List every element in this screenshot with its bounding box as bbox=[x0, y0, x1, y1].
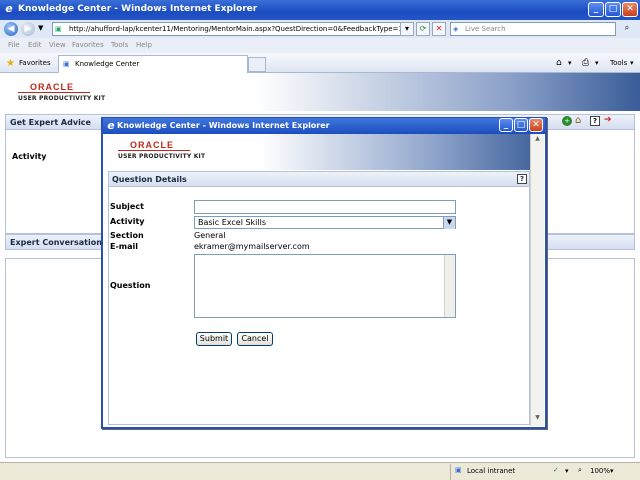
protected-mode-icon[interactable]: ✓ bbox=[553, 466, 559, 474]
popup-ie-icon: e bbox=[107, 119, 115, 132]
question-details-header: Question Details ? bbox=[108, 171, 530, 187]
popup-maximize-button[interactable]: □ bbox=[514, 118, 528, 132]
tab-page-icon: ▣ bbox=[63, 60, 70, 68]
email-label: E-mail bbox=[110, 242, 139, 251]
browser-title-bar[interactable]: e Knowledge Center - Windows Internet Ex… bbox=[0, 0, 640, 20]
popup-scrollbar[interactable]: ▲ ▼ bbox=[530, 134, 544, 426]
section-value: General bbox=[194, 231, 226, 240]
tab-label: Knowledge Center bbox=[75, 60, 140, 68]
page-activity-label: Activity bbox=[12, 152, 47, 161]
oracle-logo: ORACLE bbox=[30, 82, 74, 92]
subject-label: Subject bbox=[110, 202, 144, 211]
menu-bar: File Edit View Favorites Tools Help bbox=[0, 38, 640, 53]
recent-pages-dropdown-icon[interactable]: ▼ bbox=[38, 24, 43, 32]
address-field[interactable]: ▣ http://ahufford-lap/kcenter11/Mentorin… bbox=[52, 22, 412, 36]
tools-dropdown-icon[interactable]: ▾ bbox=[630, 59, 634, 67]
get-expert-advice-title: Get Expert Advice bbox=[10, 118, 91, 127]
home-dropdown-icon[interactable]: ▾ bbox=[568, 59, 572, 67]
popup-title: Knowledge Center - Windows Internet Expl… bbox=[117, 121, 330, 130]
page-header-banner: ORACLE USER PRODUCTIVITY KIT bbox=[0, 73, 640, 111]
menu-view[interactable]: View bbox=[49, 41, 66, 49]
address-text: http://ahufford-lap/kcenter11/Mentoring/… bbox=[69, 25, 403, 33]
stop-icon[interactable]: ✕ bbox=[432, 22, 446, 36]
print-icon[interactable]: ⎙ bbox=[582, 58, 589, 68]
maximize-button[interactable]: □ bbox=[605, 2, 621, 17]
favorites-star-icon[interactable]: ★ bbox=[6, 58, 15, 69]
popup-logo-rule bbox=[118, 150, 190, 151]
subject-input[interactable] bbox=[194, 200, 456, 214]
window-title: Knowledge Center - Windows Internet Expl… bbox=[18, 4, 258, 14]
close-button[interactable]: ✕ bbox=[622, 2, 638, 17]
menu-file[interactable]: File bbox=[8, 41, 20, 49]
zone-label: Local intranet bbox=[467, 467, 516, 475]
activity-dropdown-icon[interactable]: ▼ bbox=[443, 217, 455, 229]
zoom-dropdown-icon[interactable]: ▾ bbox=[610, 467, 614, 475]
print-dropdown-icon[interactable]: ▾ bbox=[595, 59, 599, 67]
home-icon[interactable]: ⌂ bbox=[556, 58, 562, 68]
forward-button[interactable]: ▶ bbox=[21, 22, 35, 36]
question-textarea[interactable] bbox=[194, 254, 456, 318]
tools-button[interactable]: Tools bbox=[610, 59, 627, 67]
search-field[interactable]: ◈ Live Search bbox=[450, 22, 616, 36]
activity-label: Activity bbox=[110, 217, 145, 226]
exit-icon[interactable]: ➔ bbox=[604, 115, 612, 125]
page-icon: ▣ bbox=[55, 25, 62, 33]
live-search-icon: ◈ bbox=[453, 25, 459, 33]
zoom-icon[interactable]: ⌕ bbox=[578, 466, 582, 475]
question-label: Question bbox=[110, 281, 151, 290]
search-go-icon[interactable]: ⌕ bbox=[620, 22, 634, 36]
menu-tools[interactable]: Tools bbox=[111, 41, 128, 49]
minimize-button[interactable]: _ bbox=[588, 2, 604, 17]
popup-oracle-logo-subtitle: USER PRODUCTIVITY KIT bbox=[118, 153, 206, 160]
activity-selected-value: Basic Excel Skills bbox=[198, 218, 267, 227]
refresh-icon[interactable]: ⟳ bbox=[416, 22, 430, 36]
new-tab-button[interactable] bbox=[248, 57, 266, 72]
ie-icon: e bbox=[5, 2, 13, 15]
home-page-icon[interactable]: ⌂ bbox=[575, 115, 581, 126]
question-details-title: Question Details bbox=[112, 175, 187, 184]
intranet-icon: ▣ bbox=[455, 466, 462, 474]
popup-oracle-logo: ORACLE bbox=[130, 140, 174, 150]
popup-minimize-button[interactable]: _ bbox=[499, 118, 513, 132]
help-icon[interactable]: ? bbox=[590, 116, 600, 126]
tab-knowledge-center[interactable]: ▣ Knowledge Center bbox=[58, 55, 248, 73]
popup-title-bar[interactable]: e Knowledge Center - Windows Internet Ex… bbox=[103, 118, 545, 134]
question-help-icon[interactable]: ? bbox=[517, 174, 527, 184]
search-placeholder: Live Search bbox=[465, 25, 506, 33]
popup-header-banner: ORACLE USER PRODUCTIVITY KIT bbox=[108, 134, 544, 170]
zoom-level[interactable]: 100% bbox=[590, 467, 610, 475]
menu-favorites[interactable]: Favorites bbox=[72, 41, 104, 49]
email-value: ekramer@mymailserver.com bbox=[194, 242, 310, 251]
submit-button[interactable]: Submit bbox=[196, 332, 232, 346]
menu-edit[interactable]: Edit bbox=[28, 41, 42, 49]
question-scrollbar[interactable] bbox=[444, 255, 455, 317]
status-divider bbox=[450, 464, 451, 480]
scroll-down-icon[interactable]: ▼ bbox=[532, 414, 543, 425]
scroll-up-icon[interactable]: ▲ bbox=[532, 135, 543, 146]
logo-rule bbox=[18, 92, 90, 93]
favorites-button[interactable]: Favorites bbox=[19, 59, 51, 67]
oracle-logo-subtitle: USER PRODUCTIVITY KIT bbox=[18, 95, 106, 102]
add-icon[interactable]: + bbox=[562, 116, 572, 126]
protected-dropdown-icon[interactable]: ▾ bbox=[565, 467, 569, 475]
cancel-button[interactable]: Cancel bbox=[237, 332, 273, 346]
back-button[interactable]: ◀ bbox=[4, 22, 18, 36]
address-dropdown-icon[interactable]: ▾ bbox=[400, 22, 414, 36]
menu-help[interactable]: Help bbox=[136, 41, 152, 49]
activity-select[interactable]: Basic Excel Skills ▼ bbox=[194, 216, 456, 229]
popup-close-button[interactable]: ✕ bbox=[529, 118, 543, 132]
status-bar: ▣ Local intranet ✓ ▾ ⌕ 100% ▾ bbox=[0, 462, 640, 480]
expert-conversation-title: Expert Conversation bbox=[10, 238, 102, 247]
section-label: Section bbox=[110, 231, 144, 240]
